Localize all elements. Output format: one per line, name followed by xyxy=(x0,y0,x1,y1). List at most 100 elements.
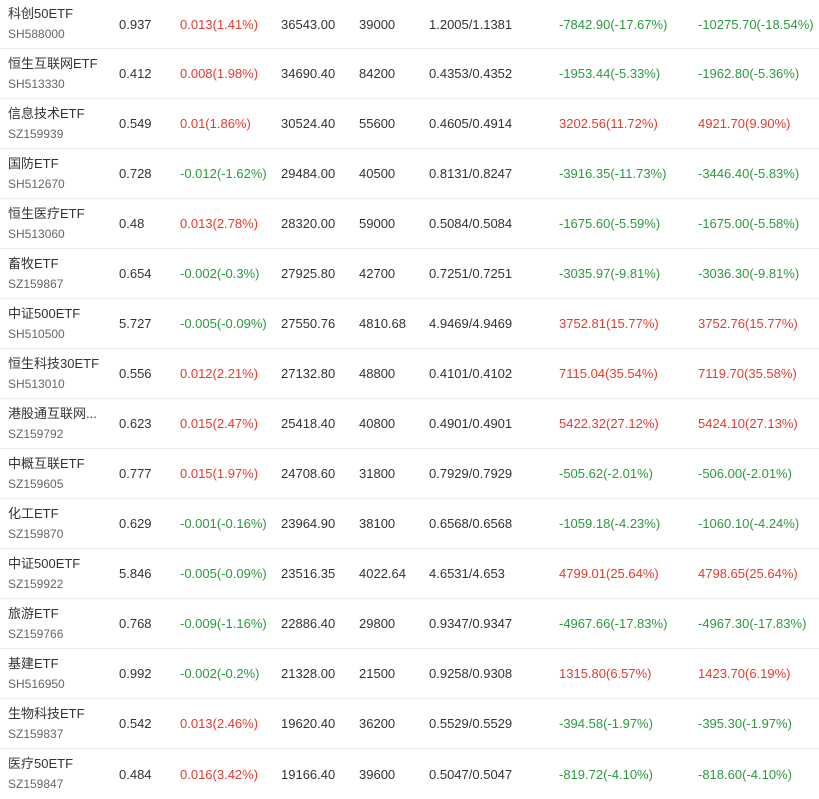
volume-cell: 31800 xyxy=(359,466,396,481)
fund-name[interactable]: 畜牧ETF xyxy=(8,255,59,273)
fund-name[interactable]: 生物科技ETF xyxy=(8,705,85,723)
fund-code: SZ159870 xyxy=(8,526,64,541)
fund-name[interactable]: 恒生科技30ETF xyxy=(8,355,99,373)
table-row[interactable]: 畜牧ETF SZ159867 0.654 -0.002(-0.3%) 27925… xyxy=(0,249,819,299)
fund-code: SH510500 xyxy=(8,326,65,341)
change-cell: 0.015(2.47%) xyxy=(180,416,259,431)
table-row[interactable]: 恒生科技30ETF SH513010 0.556 0.012(2.21%) 27… xyxy=(0,349,819,399)
profit-loss-cell: 5422.32(27.12%) xyxy=(559,416,659,431)
fund-name[interactable]: 旅游ETF xyxy=(8,605,59,623)
fund-name[interactable]: 港股通互联网... xyxy=(8,405,97,423)
table-row[interactable]: 中证500ETF SZ159922 5.846 -0.005(-0.09%) 2… xyxy=(0,549,819,599)
amount-cell: 21328.00 xyxy=(281,666,336,681)
profit-loss-cell: -4967.66(-17.83%) xyxy=(559,616,668,631)
profit-loss-cell: -3916.35(-11.73%) xyxy=(559,166,667,181)
fund-code: SZ159939 xyxy=(8,126,64,141)
table-row[interactable]: 医疗50ETF SZ159847 0.484 0.016(3.42%) 1916… xyxy=(0,749,819,799)
cost-range-cell: 0.8131/0.8247 xyxy=(429,166,513,181)
price-cell: 0.623 xyxy=(119,416,152,431)
profit-loss-cell: -819.72(-4.10%) xyxy=(559,766,653,782)
profit-loss-total-cell: -1060.10(-4.24%) xyxy=(698,516,800,531)
fund-code: SZ159837 xyxy=(8,726,64,741)
fund-name[interactable]: 科创50ETF xyxy=(8,5,73,23)
fund-name[interactable]: 化工ETF xyxy=(8,505,59,523)
table-row[interactable]: 恒生互联网ETF SH513330 0.412 0.008(1.98%) 346… xyxy=(0,49,819,99)
fund-code: SZ159792 xyxy=(8,426,64,441)
volume-cell: 42700 xyxy=(359,266,396,281)
volume-cell: 39600 xyxy=(359,766,396,782)
volume-cell: 40800 xyxy=(359,416,396,431)
table-row[interactable]: 科创50ETF SH588000 0.937 0.013(1.41%) 3654… xyxy=(0,0,819,49)
profit-loss-cell: -1675.60(-5.59%) xyxy=(559,216,661,231)
fund-name[interactable]: 中证500ETF xyxy=(8,305,80,323)
amount-cell: 19166.40 xyxy=(281,766,336,782)
cost-range-cell: 0.5047/0.5047 xyxy=(429,766,513,782)
fund-name[interactable]: 信息技术ETF xyxy=(8,105,85,123)
amount-cell: 34690.40 xyxy=(281,66,336,81)
fund-code: SH512670 xyxy=(8,176,65,191)
profit-loss-total-cell: 5424.10(27.13%) xyxy=(698,416,798,431)
volume-cell: 40500 xyxy=(359,166,396,181)
price-cell: 5.846 xyxy=(119,566,152,581)
table-row[interactable]: 化工ETF SZ159870 0.629 -0.001(-0.16%) 2396… xyxy=(0,499,819,549)
table-row[interactable]: 恒生医疗ETF SH513060 0.48 0.013(2.78%) 28320… xyxy=(0,199,819,249)
fund-code: SZ159847 xyxy=(8,777,64,791)
table-row[interactable]: 中证500ETF SH510500 5.727 -0.005(-0.09%) 2… xyxy=(0,299,819,349)
table-row[interactable]: 生物科技ETF SZ159837 0.542 0.013(2.46%) 1962… xyxy=(0,699,819,749)
fund-code: SZ159766 xyxy=(8,626,64,641)
cost-range-cell: 1.2005/1.1381 xyxy=(429,16,513,32)
cost-range-cell: 0.4605/0.4914 xyxy=(429,116,513,131)
fund-name[interactable]: 恒生医疗ETF xyxy=(8,205,85,223)
fund-cell: 中证500ETF SH510500 xyxy=(8,299,108,348)
amount-cell: 19620.40 xyxy=(281,716,336,731)
table-row[interactable]: 中概互联ETF SZ159605 0.777 0.015(1.97%) 2470… xyxy=(0,449,819,499)
fund-code: SZ159867 xyxy=(8,276,64,291)
volume-cell: 21500 xyxy=(359,666,396,681)
cost-range-cell: 0.4101/0.4102 xyxy=(429,366,513,381)
cost-range-cell: 0.5529/0.5529 xyxy=(429,716,513,731)
profit-loss-cell: 3202.56(11.72%) xyxy=(559,116,658,131)
price-cell: 0.768 xyxy=(119,616,152,631)
amount-cell: 27550.76 xyxy=(281,316,336,331)
profit-loss-total-cell: -3446.40(-5.83%) xyxy=(698,166,800,181)
table-row[interactable]: 国防ETF SH512670 0.728 -0.012(-1.62%) 2948… xyxy=(0,149,819,199)
price-cell: 0.728 xyxy=(119,166,152,181)
fund-code: SH513060 xyxy=(8,226,65,241)
change-cell: 0.015(1.97%) xyxy=(180,466,259,481)
fund-name[interactable]: 恒生互联网ETF xyxy=(8,55,98,73)
price-cell: 0.937 xyxy=(119,16,152,32)
fund-cell: 生物科技ETF SZ159837 xyxy=(8,699,108,748)
profit-loss-total-cell: 4798.65(25.64%) xyxy=(698,566,798,581)
change-cell: 0.016(3.42%) xyxy=(180,766,259,782)
change-cell: -0.009(-1.16%) xyxy=(180,616,267,631)
profit-loss-total-cell: 3752.76(15.77%) xyxy=(698,316,798,331)
amount-cell: 27132.80 xyxy=(281,366,336,381)
profit-loss-cell: 3752.81(15.77%) xyxy=(559,316,659,331)
fund-cell: 恒生科技30ETF SH513010 xyxy=(8,349,108,398)
amount-cell: 29484.00 xyxy=(281,166,336,181)
table-row[interactable]: 信息技术ETF SZ159939 0.549 0.01(1.86%) 30524… xyxy=(0,99,819,149)
change-cell: -0.001(-0.16%) xyxy=(180,516,267,531)
amount-cell: 28320.00 xyxy=(281,216,336,231)
table-row[interactable]: 港股通互联网... SZ159792 0.623 0.015(2.47%) 25… xyxy=(0,399,819,449)
change-cell: -0.005(-0.09%) xyxy=(180,566,267,581)
fund-name[interactable]: 中证500ETF xyxy=(8,555,80,573)
price-cell: 0.556 xyxy=(119,366,152,381)
amount-cell: 23516.35 xyxy=(281,566,336,581)
fund-name[interactable]: 国防ETF xyxy=(8,155,59,173)
profit-loss-cell: 4799.01(25.64%) xyxy=(559,566,659,581)
cost-range-cell: 0.4353/0.4352 xyxy=(429,66,513,81)
fund-name[interactable]: 基建ETF xyxy=(8,655,59,673)
table-row[interactable]: 旅游ETF SZ159766 0.768 -0.009(-1.16%) 2288… xyxy=(0,599,819,649)
price-cell: 0.542 xyxy=(119,716,152,731)
price-cell: 0.992 xyxy=(119,666,152,681)
change-cell: 0.013(1.41%) xyxy=(180,16,259,32)
price-cell: 0.412 xyxy=(119,66,152,81)
table-row[interactable]: 基建ETF SH516950 0.992 -0.002(-0.2%) 21328… xyxy=(0,649,819,699)
fund-name[interactable]: 中概互联ETF xyxy=(8,455,85,473)
fund-name[interactable]: 医疗50ETF xyxy=(8,755,73,773)
profit-loss-cell: -3035.97(-9.81%) xyxy=(559,266,661,281)
profit-loss-cell: 1315.80(6.57%) xyxy=(559,666,652,681)
holdings-table: 科创50ETF SH588000 0.937 0.013(1.41%) 3654… xyxy=(0,0,819,799)
volume-cell: 36200 xyxy=(359,716,396,731)
